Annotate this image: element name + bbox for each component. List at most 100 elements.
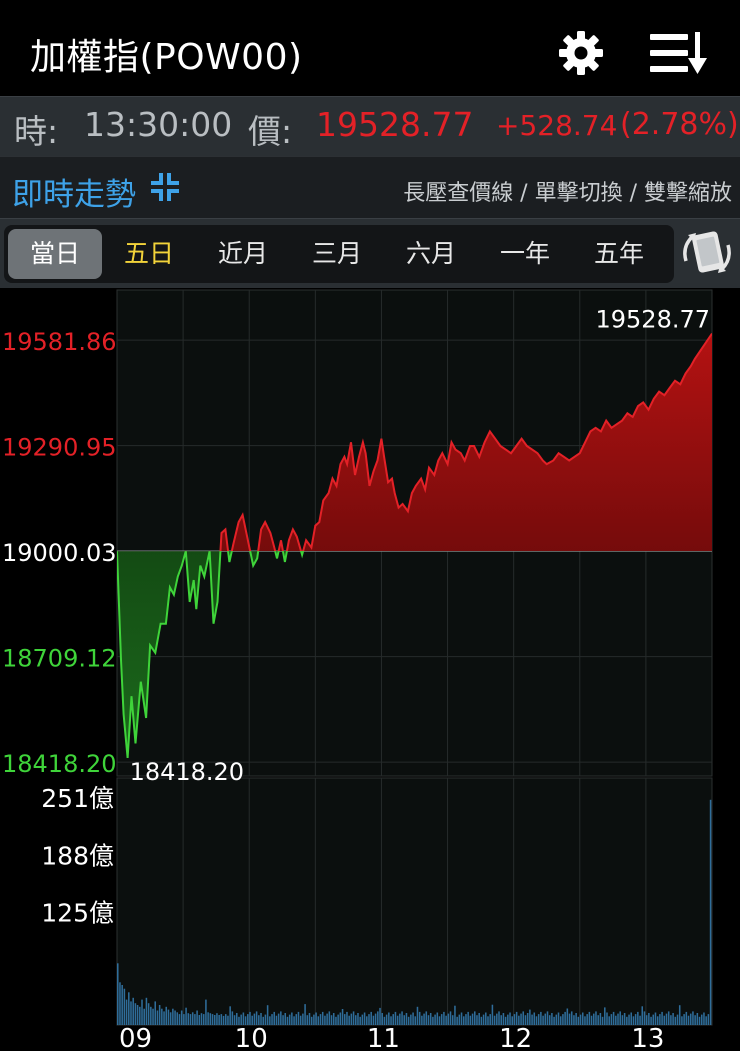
volume-bar <box>297 1011 300 1025</box>
volume-bar <box>451 1015 454 1025</box>
volume-bar <box>548 1015 551 1025</box>
volume-bar <box>123 988 126 1025</box>
volume-bar <box>588 1011 591 1025</box>
volume-bar <box>207 1012 209 1025</box>
gear-icon[interactable] <box>556 28 606 78</box>
volume-bar <box>147 1003 150 1025</box>
volume-bar <box>423 1013 425 1025</box>
volume-tick-label: 125億 <box>41 898 114 927</box>
volume-bar <box>623 1013 626 1025</box>
volume-bar <box>555 1014 558 1025</box>
volume-bar <box>286 1016 289 1025</box>
chart-mode-bar: 即時走勢 長壓查價線 / 單擊切換 / 雙擊縮放 <box>0 156 740 218</box>
volume-bar <box>471 1013 474 1025</box>
volume-bar <box>700 1014 703 1025</box>
volume-bar <box>535 1016 538 1025</box>
volume-bar <box>608 1016 610 1025</box>
volume-bar <box>599 1013 602 1025</box>
volume-bar <box>165 1006 168 1025</box>
volume-bar <box>672 1013 674 1025</box>
volume-bar <box>489 1014 491 1025</box>
volume-bar <box>352 1011 355 1025</box>
volume-bar <box>119 982 121 1025</box>
volume-bar <box>480 1016 483 1025</box>
volume-bar <box>130 1001 132 1025</box>
tab-three-months[interactable]: 三月 <box>290 229 384 279</box>
volume-bar <box>533 1012 536 1025</box>
compress-icon[interactable] <box>150 172 180 202</box>
time-label: 時: <box>14 112 59 151</box>
volume-bar <box>542 1015 544 1025</box>
volume-bar <box>407 1016 410 1025</box>
volume-bar <box>187 1013 190 1025</box>
volume-bar <box>427 1015 430 1025</box>
volume-bar <box>689 1013 692 1025</box>
volume-bar <box>273 1011 275 1025</box>
volume-bar <box>529 1009 531 1025</box>
rotate-screen-icon[interactable] <box>680 227 734 279</box>
volume-bar <box>410 1014 412 1025</box>
intraday-chart[interactable]: 19581.86 19290.95 19000.03 18709.12 18418.20… <box>0 288 740 1051</box>
volume-bar <box>476 1015 478 1025</box>
volume-bar <box>617 1013 619 1025</box>
volume-bar <box>134 1003 137 1025</box>
volume-bar <box>194 1014 196 1025</box>
volume-bar <box>209 1013 212 1025</box>
sort-menu-icon[interactable] <box>648 30 708 76</box>
volume-bar <box>266 1005 269 1025</box>
volume-bar <box>709 799 712 1025</box>
volume-bar <box>568 1013 571 1025</box>
volume-bar <box>169 1012 172 1025</box>
volume-bar <box>174 1010 176 1025</box>
volume-bar <box>163 1011 165 1025</box>
volume-bar <box>681 1016 683 1025</box>
volume-bar <box>694 1015 696 1025</box>
volume-bar <box>692 1011 694 1025</box>
x-tick-label: 13 <box>631 1024 664 1051</box>
volume-bar <box>335 1016 337 1025</box>
volume-bar <box>403 1015 406 1025</box>
tab-recent-month[interactable]: 近月 <box>196 229 290 279</box>
volume-bar <box>213 1015 216 1025</box>
volume-bar <box>117 963 119 1026</box>
volume-bar <box>496 1013 498 1025</box>
tab-five-days[interactable]: 五日 <box>102 229 196 279</box>
volume-bar <box>546 1011 549 1025</box>
volume-bar <box>449 1011 452 1025</box>
tab-today[interactable]: 當日 <box>8 229 102 279</box>
volume-bar <box>597 1015 599 1025</box>
high-price-label: 19528.77 <box>595 306 710 334</box>
volume-bar <box>405 1013 408 1025</box>
volume-bar <box>198 1015 201 1025</box>
volume-bar <box>154 1001 156 1025</box>
tab-five-years[interactable]: 五年 <box>572 229 666 279</box>
volume-bar <box>295 1014 298 1025</box>
realtime-trend-title[interactable]: 即時走勢 <box>12 169 136 214</box>
volume-bar <box>595 1011 597 1025</box>
volume-bar <box>641 1006 644 1025</box>
volume-panel <box>116 777 713 1026</box>
volume-bar <box>416 1006 419 1025</box>
tab-one-year[interactable]: 一年 <box>478 229 572 279</box>
volume-bar <box>628 1014 630 1025</box>
volume-bar <box>683 1014 685 1025</box>
tab-six-months[interactable]: 六月 <box>384 229 478 279</box>
period-tabs: 當日 五日 近月 三月 六月 一年 五年 <box>4 225 674 283</box>
volume-bar <box>132 997 134 1025</box>
volume-bar <box>339 1012 342 1025</box>
x-tick-label: 10 <box>235 1024 268 1051</box>
volume-bar <box>357 1013 359 1025</box>
volume-bar <box>343 1014 346 1025</box>
volume-bar <box>121 985 123 1025</box>
volume-bar <box>185 1007 187 1025</box>
volume-bar <box>604 1007 606 1025</box>
volume-bar <box>537 1014 540 1025</box>
volume-bar <box>143 1008 145 1025</box>
volume-bar <box>291 1012 293 1025</box>
volume-bar <box>284 1013 287 1025</box>
volume-bar <box>141 999 143 1025</box>
volume-bar <box>304 1004 306 1025</box>
volume-bar <box>306 1015 309 1025</box>
volume-bar <box>460 1012 463 1025</box>
volume-bar <box>277 1013 280 1025</box>
